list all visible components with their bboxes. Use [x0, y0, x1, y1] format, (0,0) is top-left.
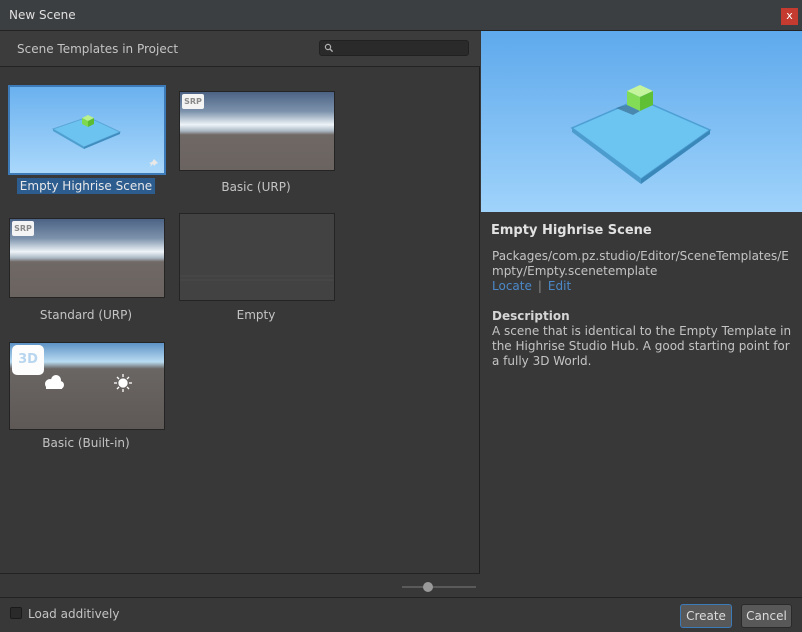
template-preview-image — [481, 31, 802, 212]
pin-icon — [149, 159, 158, 167]
dialog-footer: Load additively Create Cancel — [0, 597, 802, 632]
link-separator: | — [537, 279, 542, 293]
description-heading: Description — [492, 309, 570, 323]
search-input[interactable] — [336, 41, 464, 55]
load-additively-checkbox[interactable] — [10, 607, 22, 619]
template-links: Locate | Edit — [492, 279, 571, 293]
templates-panel: Scene Templates in Project Empty Highris… — [0, 31, 480, 597]
description-text: A scene that is identical to the Empty T… — [492, 324, 792, 368]
srp-badge: SRP — [12, 221, 34, 236]
zoom-slider-track — [402, 586, 476, 588]
template-thumbnail — [8, 85, 166, 175]
template-path: Packages/com.pz.studio/Editor/SceneTempl… — [492, 249, 789, 278]
zoom-slider-thumb[interactable] — [422, 582, 433, 592]
template-label: Basic (Built-in) — [42, 436, 130, 450]
template-thumbnail — [179, 213, 335, 301]
template-thumbnail: SRP — [9, 218, 165, 298]
srp-badge: SRP — [182, 94, 204, 109]
templates-footer — [0, 573, 480, 597]
window-title: New Scene — [9, 8, 76, 22]
template-thumbnail: 3D — [9, 342, 165, 430]
title-bar: New Scene x — [0, 0, 802, 31]
cancel-button[interactable]: Cancel — [741, 604, 792, 628]
template-label: Standard (URP) — [39, 308, 133, 322]
load-additively-label: Load additively — [28, 607, 120, 621]
search-icon — [324, 43, 334, 53]
template-title: Empty Highrise Scene — [491, 223, 652, 238]
close-button[interactable]: x — [781, 8, 798, 25]
search-field[interactable] — [319, 40, 469, 56]
templates-header: Scene Templates in Project — [0, 31, 480, 67]
details-panel: Empty Highrise Scene Packages/com.pz.stu… — [481, 31, 802, 597]
3d-badge: 3D — [12, 345, 44, 375]
template-label: Empty Highrise Scene — [9, 178, 163, 194]
zoom-slider[interactable] — [402, 581, 476, 593]
template-label: Empty — [236, 308, 276, 322]
locate-link[interactable]: Locate — [492, 279, 532, 293]
create-button[interactable]: Create — [680, 604, 732, 628]
template-label: Basic (URP) — [221, 180, 291, 194]
template-thumbnail: SRP — [179, 91, 335, 171]
edit-link[interactable]: Edit — [548, 279, 571, 293]
templates-panel-title: Scene Templates in Project — [17, 42, 179, 56]
